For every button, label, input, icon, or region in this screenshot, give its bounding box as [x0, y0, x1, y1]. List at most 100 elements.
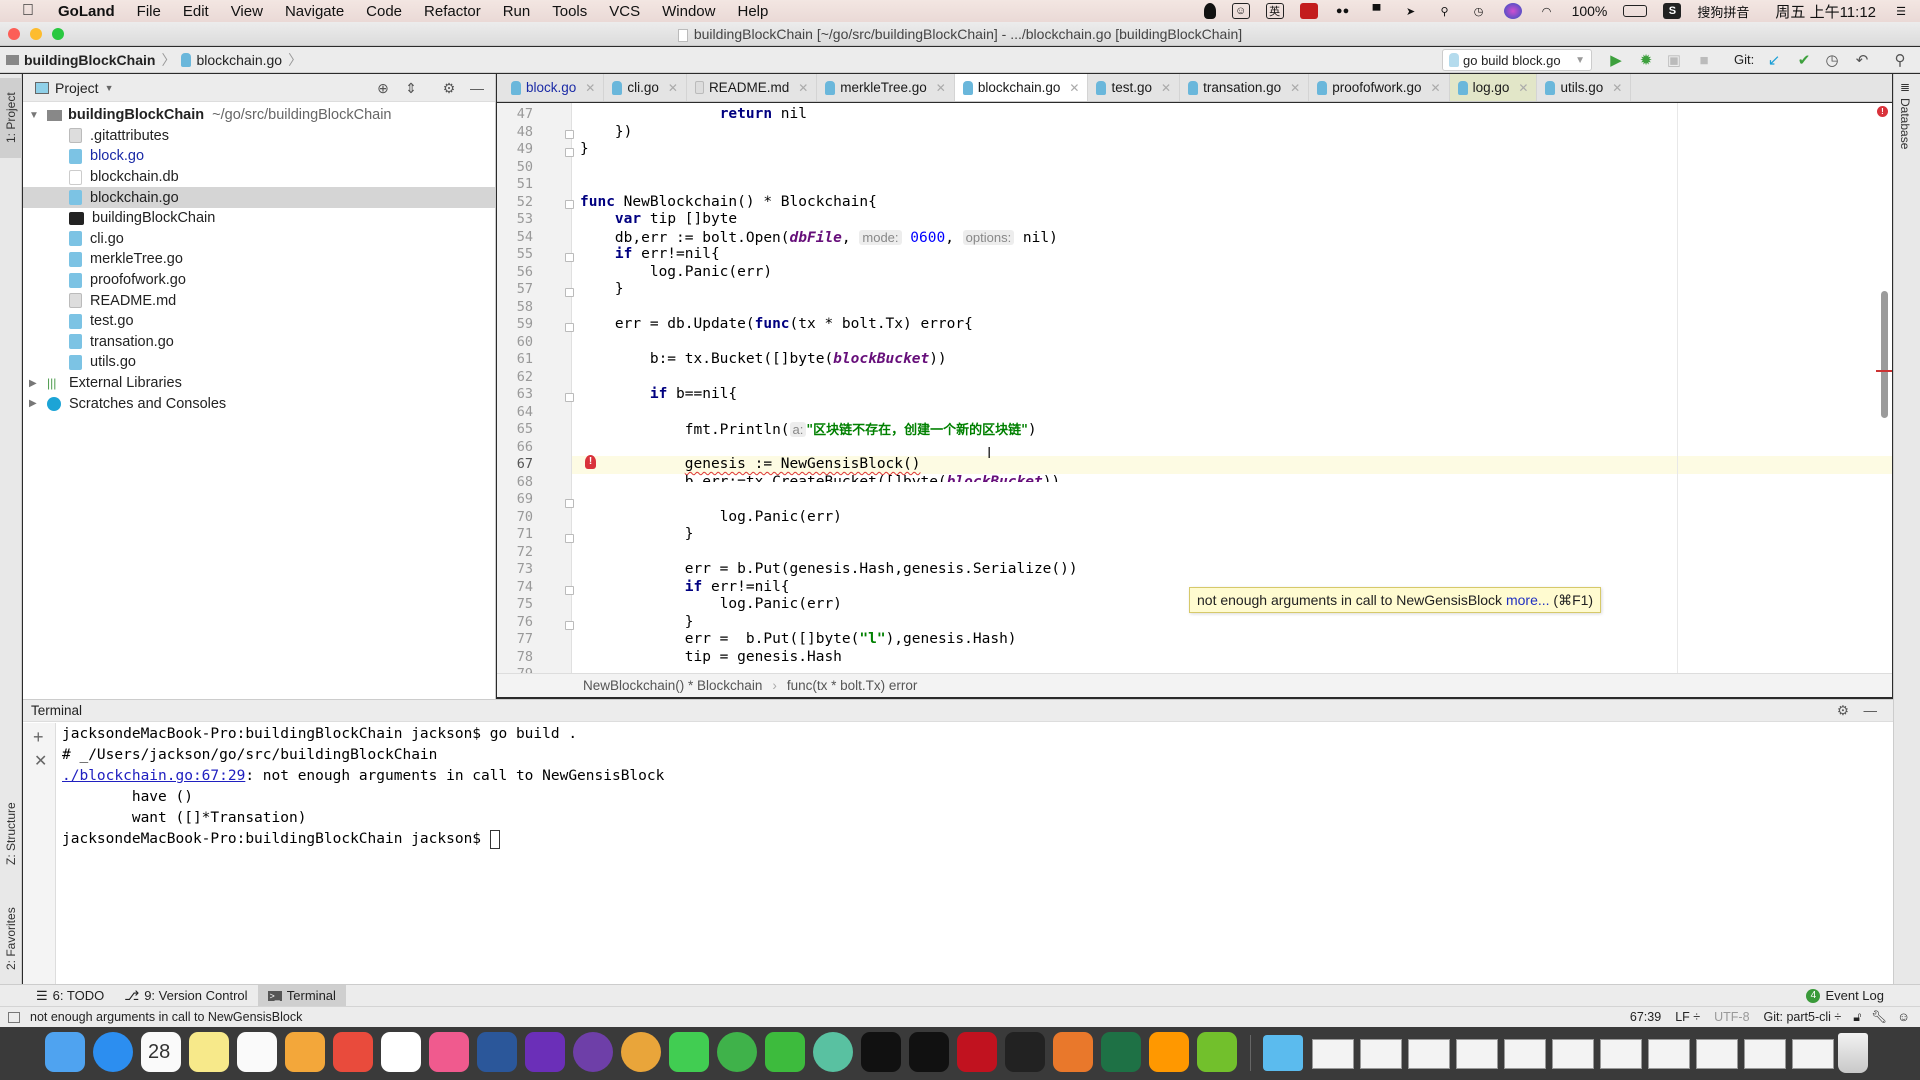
dock-app-goland[interactable] [525, 1032, 565, 1072]
ime-en-tray-icon[interactable]: 英 [1265, 3, 1284, 19]
tool-tab-database[interactable]: ≣Database [1898, 80, 1912, 149]
terminal-prompt[interactable]: jacksondeMacBook-Pro:buildingBlockChain … [62, 829, 500, 850]
git-commit-check-icon[interactable]: ✔ [1794, 50, 1814, 70]
fold-marker-icon[interactable] [565, 200, 574, 209]
dock-app-word[interactable] [477, 1032, 517, 1072]
notification-center-icon[interactable]: ☰ [1892, 3, 1910, 19]
close-tab-icon[interactable]: ✕ [1290, 81, 1300, 95]
menu-edit[interactable]: Edit [183, 3, 209, 20]
minimize-window-button[interactable] [30, 28, 42, 40]
dock-app-omnigraffle[interactable] [1053, 1032, 1093, 1072]
dock-downloads-folder[interactable] [1263, 1035, 1303, 1071]
menu-file[interactable]: File [137, 3, 161, 20]
event-log-button[interactable]: 4 Event Log [1796, 985, 1894, 1007]
menu-navigate[interactable]: Navigate [285, 3, 344, 20]
dock-app-telegram[interactable] [717, 1032, 757, 1072]
hide-panel-icon[interactable]: — [1864, 700, 1878, 722]
tree-file[interactable]: block.go [23, 146, 495, 167]
editor-scrollbar[interactable] [1881, 291, 1888, 418]
close-tab-icon[interactable]: ✕ [668, 81, 678, 95]
video-tray-icon[interactable] [1299, 3, 1318, 19]
fold-marker-icon[interactable] [565, 393, 574, 402]
battery-icon[interactable] [1623, 5, 1648, 17]
fold-marker-icon[interactable] [565, 621, 574, 630]
dock-app-acrobat[interactable] [957, 1032, 997, 1072]
dock-app-qt-creator[interactable] [669, 1032, 709, 1072]
emoji-tray-icon[interactable]: ☺ [1231, 3, 1250, 19]
locate-file-icon[interactable]: ⊕ [375, 80, 391, 96]
sogou-ime-icon[interactable]: S [1663, 3, 1682, 19]
dock-app-sublime-text[interactable] [1149, 1032, 1189, 1072]
close-tab-icon[interactable]: ✕ [936, 81, 946, 95]
editor-breadcrumb-function[interactable]: NewBlockchain() * Blockchain [583, 678, 762, 693]
expand-arrow-icon[interactable]: ▶ [29, 378, 47, 389]
close-tab-icon[interactable]: ✕ [585, 81, 595, 95]
tree-scratches[interactable]: ▶ Scratches and Consoles [23, 393, 495, 414]
status-toggle-icon[interactable] [8, 1011, 20, 1023]
dock-app-wechat[interactable] [765, 1032, 805, 1072]
dock-minimized-window[interactable] [1744, 1039, 1786, 1069]
dock-app-github-desktop[interactable] [573, 1032, 613, 1072]
debug-bug-icon[interactable]: ✹ [1636, 50, 1656, 70]
new-session-plus-icon[interactable]: + [33, 727, 44, 748]
tab-block-go[interactable]: block.go ✕ [497, 74, 605, 101]
time-machine-icon[interactable]: ◷ [1470, 3, 1488, 19]
run-configuration-select[interactable]: go build block.go ▼ [1442, 49, 1592, 71]
fold-marker-icon[interactable] [565, 586, 574, 595]
error-file-link[interactable]: ./blockchain.go:67:29 [62, 768, 245, 784]
breadcrumb-file[interactable]: blockchain.go [175, 52, 288, 68]
tool-window-todo[interactable]: ☰ 6: TODO [26, 985, 114, 1007]
git-branch-select[interactable]: Git: part5-cli ÷ [1764, 1010, 1842, 1024]
dock-minimized-window[interactable] [1408, 1039, 1450, 1069]
tab-transation-go[interactable]: transation.go ✕ [1180, 74, 1310, 101]
zoom-window-button[interactable] [52, 28, 64, 40]
tree-file[interactable]: buildingBlockChain [23, 208, 495, 229]
dock-app-baidu-netdisk[interactable] [381, 1032, 421, 1072]
tab-proofofwork-go[interactable]: proofofwork.go ✕ [1309, 74, 1450, 101]
menu-tools[interactable]: Tools [552, 3, 587, 20]
dock-app-reminders[interactable] [237, 1032, 277, 1072]
gear-icon[interactable]: ⚙ [1837, 700, 1849, 722]
tool-tab-favorites[interactable]: 2: Favorites [0, 889, 22, 989]
send-tray-icon[interactable]: ➤ [1402, 3, 1420, 19]
ime-label[interactable]: 搜狗拼音 [1697, 2, 1749, 21]
hector-inspector-icon[interactable]: ☺ [1897, 1010, 1910, 1024]
fold-marker-icon[interactable] [565, 288, 574, 297]
tree-file[interactable]: cli.go [23, 229, 495, 250]
dock-app-notes[interactable] [189, 1032, 229, 1072]
tab-merkletree-go[interactable]: merkleTree.go ✕ [817, 74, 955, 101]
fold-marker-icon[interactable] [565, 499, 574, 508]
git-update-icon[interactable]: ↙ [1764, 50, 1784, 70]
menu-vcs[interactable]: VCS [609, 3, 640, 20]
dock-minimized-window[interactable] [1600, 1039, 1642, 1069]
close-session-icon[interactable]: ✕ [34, 751, 47, 771]
run-button[interactable]: ▶ [1606, 50, 1626, 70]
dock-app-xmind[interactable] [333, 1032, 373, 1072]
tree-external-libraries[interactable]: ▶ ||| External Libraries [23, 373, 495, 394]
expand-arrow-icon[interactable]: ▼ [29, 110, 47, 121]
chevron-down-icon[interactable]: ▼ [105, 83, 114, 93]
git-rollback-icon[interactable]: ↶ [1852, 50, 1872, 70]
tree-file[interactable]: utils.go [23, 352, 495, 373]
search-everywhere-icon[interactable]: ⚲ [1890, 50, 1910, 70]
siri-icon[interactable] [1503, 3, 1522, 19]
dock-app-camtasia[interactable] [1197, 1032, 1237, 1072]
dock-app-safari[interactable] [93, 1032, 133, 1072]
fold-marker-icon[interactable] [565, 130, 574, 139]
close-tab-icon[interactable]: ✕ [1612, 81, 1622, 95]
menu-code[interactable]: Code [366, 3, 402, 20]
menu-help[interactable]: Help [737, 3, 768, 20]
dock-minimized-window[interactable] [1360, 1039, 1402, 1069]
collapse-all-icon[interactable]: ⇕ [403, 80, 419, 96]
tree-file[interactable]: blockchain.db [23, 167, 495, 188]
tab-cli-go[interactable]: cli.go ✕ [604, 74, 687, 101]
menu-run[interactable]: Run [503, 3, 531, 20]
close-tab-icon[interactable]: ✕ [798, 81, 808, 95]
tree-file[interactable]: transation.go [23, 332, 495, 353]
wrench-icon[interactable]: 🔧︎ [1871, 1010, 1887, 1025]
project-view-select[interactable]: Project [55, 80, 99, 96]
encoding-select[interactable]: UTF-8 [1714, 1010, 1749, 1024]
close-tab-icon[interactable]: ✕ [1161, 81, 1171, 95]
tool-tab-structure[interactable]: Z: Structure [0, 779, 22, 889]
menu-app-goland[interactable]: GoLand [58, 3, 115, 20]
